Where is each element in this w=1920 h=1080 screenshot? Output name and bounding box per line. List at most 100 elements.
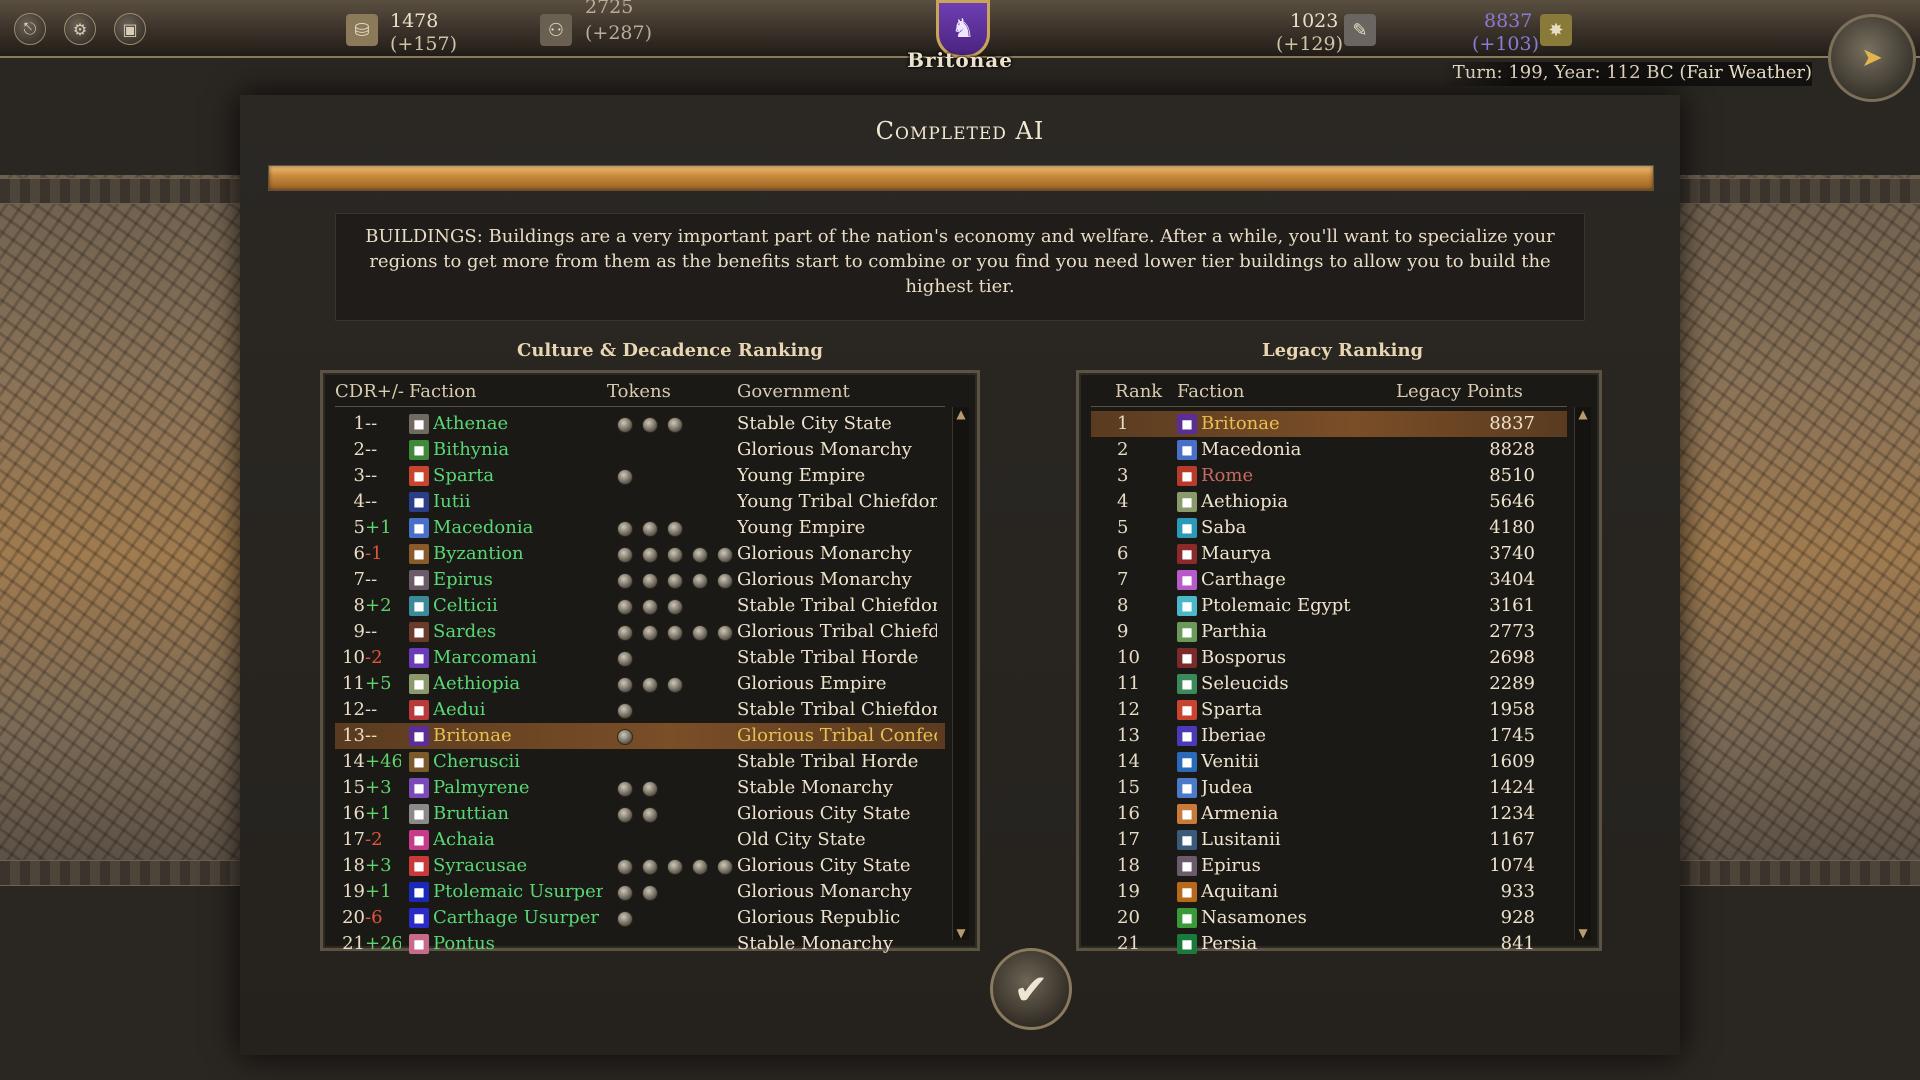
token-icon <box>642 807 658 823</box>
legacy-row[interactable]: 10 ■ Bosporus 2698 <box>1091 645 1567 671</box>
legacy-row[interactable]: 15 ■ Judea 1424 <box>1091 775 1567 801</box>
research-value: 1023 <box>1290 10 1339 32</box>
population-delta: (+287) <box>585 22 653 44</box>
token-icon <box>617 573 633 589</box>
settings-icon[interactable]: ⚙ <box>64 13 96 45</box>
token-icon <box>667 625 683 641</box>
legacy-row[interactable]: 1 ■ Britonae 8837 <box>1091 411 1567 437</box>
culture-row[interactable]: 1 -- ■ Athenae Stable City State <box>335 411 945 437</box>
culture-row[interactable]: 4 -- ■ Iutii Young Tribal Chiefdom <box>335 489 945 515</box>
culture-row[interactable]: 7 -- ■ Epirus Glorious Monarchy <box>335 567 945 593</box>
legacy-row[interactable]: 3 ■ Rome 8510 <box>1091 463 1567 489</box>
legacy-row[interactable]: 12 ■ Sparta 1958 <box>1091 697 1567 723</box>
legacy-row[interactable]: 8 ■ Ptolemaic Egypt 3161 <box>1091 593 1567 619</box>
faction-name: Athenae <box>433 413 509 434</box>
rank-delta: -- <box>365 621 378 642</box>
culture-row[interactable]: 14 +46 ■ Cheruscii Stable Tribal Horde <box>335 749 945 775</box>
rank-delta: +1 <box>365 517 392 538</box>
culture-scrollbar[interactable]: ▲ ▼ <box>952 407 969 940</box>
culture-row[interactable]: 19 +1 ■ Ptolemaic Usurper Glorious Monarchy <box>335 879 945 905</box>
faction-emblem[interactable]: ♞ Britonae <box>900 0 1020 86</box>
rank-delta: +1 <box>365 881 392 902</box>
legacy-row[interactable]: 5 ■ Saba 4180 <box>1091 515 1567 541</box>
culture-ranking-title: Culture & Decadence Ranking <box>517 340 823 361</box>
faction-name: Parthia <box>1201 621 1267 642</box>
legacy-row[interactable]: 18 ■ Epirus 1074 <box>1091 853 1567 879</box>
faction-icon: ■ <box>409 596 429 616</box>
rank-delta: +3 <box>365 855 392 876</box>
save-icon[interactable]: ▣ <box>114 13 146 45</box>
legacy-row[interactable]: 13 ■ Iberiae 1745 <box>1091 723 1567 749</box>
culture-row[interactable]: 6 -1 ■ Byzantion Glorious Monarchy <box>335 541 945 567</box>
faction-icon: ■ <box>409 700 429 720</box>
culture-row[interactable]: 20 -6 ■ Carthage Usurper Glorious Republic <box>335 905 945 931</box>
legacy-row[interactable]: 4 ■ Aethiopia 5646 <box>1091 489 1567 515</box>
legacy-row[interactable]: 17 ■ Lusitanii 1167 <box>1091 827 1567 853</box>
faction-icon: ■ <box>1177 856 1197 876</box>
token-icon <box>642 573 658 589</box>
culture-row[interactable]: 17 -2 ■ Achaia Old City State <box>335 827 945 853</box>
rank-number: 2 <box>1117 439 1129 460</box>
scroll-down-icon[interactable]: ▼ <box>1575 926 1591 940</box>
legacy-row[interactable]: 6 ■ Maurya 3740 <box>1091 541 1567 567</box>
faction-name: Carthage Usurper <box>433 907 599 928</box>
legacy-points: 8837 <box>1489 413 1535 434</box>
legacy-row[interactable]: 20 ■ Nasamones 928 <box>1091 905 1567 931</box>
scroll-up-icon[interactable]: ▲ <box>953 407 969 421</box>
legacy-row[interactable]: 2 ■ Macedonia 8828 <box>1091 437 1567 463</box>
faction-icon: ■ <box>409 544 429 564</box>
government-type: Glorious City State <box>737 803 911 824</box>
rank-number: 13 <box>1117 725 1140 746</box>
faction-name: Aethiopia <box>433 673 521 694</box>
culture-row[interactable]: 11 +5 ■ Aethiopia Glorious Empire <box>335 671 945 697</box>
confirm-button[interactable]: ✔ <box>990 948 1072 1030</box>
research-delta: (+129) <box>1276 33 1344 55</box>
token-icon <box>692 547 708 563</box>
legacy-icon: ✸ <box>1540 14 1572 46</box>
culture-ranking-panel: CDR+/- Faction Tokens Government 1 -- ■ Ath… <box>320 370 980 954</box>
scroll-up-icon[interactable]: ▲ <box>1575 407 1591 421</box>
rank-delta: -- <box>365 465 378 486</box>
faction-name: Syracusae <box>433 855 528 876</box>
culture-row[interactable]: 12 -- ■ Aedui Stable Tribal Chiefdom <box>335 697 945 723</box>
legacy-row[interactable]: 16 ■ Armenia 1234 <box>1091 801 1567 827</box>
rank-number: 1 <box>353 413 365 434</box>
token-icon <box>667 573 683 589</box>
culture-row[interactable]: 10 -2 ■ Marcomani Stable Tribal Horde <box>335 645 945 671</box>
background-mosaic-right <box>1660 175 1920 865</box>
legacy-points: 2773 <box>1489 621 1535 642</box>
scroll-down-icon[interactable]: ▼ <box>953 926 969 940</box>
legacy-points: 3740 <box>1489 543 1535 564</box>
culture-row[interactable]: 8 +2 ■ Celticii Stable Tribal Chiefdom <box>335 593 945 619</box>
legacy-scrollbar[interactable]: ▲ ▼ <box>1574 407 1591 940</box>
legacy-row[interactable]: 11 ■ Seleucids 2289 <box>1091 671 1567 697</box>
culture-row[interactable]: 2 -- ■ Bithynia Glorious Monarchy <box>335 437 945 463</box>
legacy-row[interactable]: 9 ■ Parthia 2773 <box>1091 619 1567 645</box>
token-icon <box>617 911 633 927</box>
culture-row[interactable]: 9-- ■Sardes Glorious Tribal Chiefdom <box>335 619 945 645</box>
rank-delta: -6 <box>365 907 383 928</box>
end-turn-button[interactable]: ➤ <box>1828 14 1916 102</box>
culture-row[interactable]: 3 -- ■ Sparta Young Empire <box>335 463 945 489</box>
faction-name: Iutii <box>433 491 471 512</box>
rank-delta: -- <box>365 413 378 434</box>
exit-icon[interactable]: ⎋ <box>14 13 46 45</box>
culture-row[interactable]: 13-- ■Britonae Glorious Tribal Confederati… <box>335 723 945 749</box>
culture-row[interactable]: 5 +1 ■ Macedonia Young Empire <box>335 515 945 541</box>
token-icon <box>642 599 658 615</box>
legacy-row[interactable]: 21 ■ Persia 841 <box>1091 931 1567 957</box>
faction-icon: ■ <box>409 726 429 746</box>
government-type: Glorious Monarchy <box>737 543 912 564</box>
culture-row[interactable]: 21 +26 ■ Pontus Stable Monarchy <box>335 931 945 957</box>
legacy-row[interactable]: 19 ■ Aquitani 933 <box>1091 879 1567 905</box>
legacy-row[interactable]: 7 ■ Carthage 3404 <box>1091 567 1567 593</box>
legacy-points: 1074 <box>1489 855 1535 876</box>
culture-row[interactable]: 18 +3 ■ Syracusae Glorious City State <box>335 853 945 879</box>
token-icon <box>617 859 633 875</box>
culture-row[interactable]: 15 +3 ■ Palmyrene Stable Monarchy <box>335 775 945 801</box>
government-type: Young Empire <box>737 465 866 486</box>
legacy-row[interactable]: 14 ■ Venitii 1609 <box>1091 749 1567 775</box>
culture-row[interactable]: 16 +1 ■ Bruttian Glorious City State <box>335 801 945 827</box>
token-icon <box>717 859 733 875</box>
government-type: Glorious Tribal Chiefdom <box>737 621 937 642</box>
